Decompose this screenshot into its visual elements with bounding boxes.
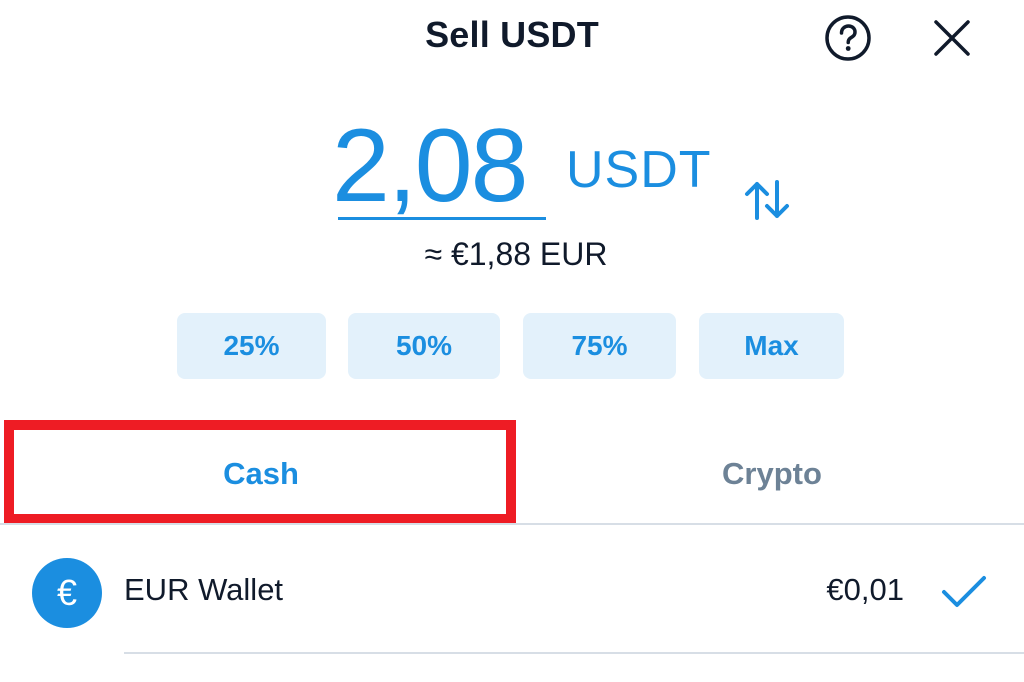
euro-icon: € bbox=[32, 558, 102, 628]
quick-amount-25-button[interactable]: 25% bbox=[177, 313, 326, 379]
checkmark-icon bbox=[942, 576, 986, 607]
sell-usdt-screen: Sell USDT 2,08 USDT ≈ €1,88 EUR 25% 50% … bbox=[0, 0, 1024, 682]
tab-crypto[interactable]: Crypto bbox=[520, 426, 1024, 522]
amount-currency: USDT bbox=[566, 141, 712, 199]
swap-arrows-icon bbox=[745, 180, 789, 220]
close-icon bbox=[934, 20, 970, 56]
tabs-divider bbox=[0, 523, 1024, 525]
question-circle-icon bbox=[825, 15, 871, 61]
wallet-balance: €0,01 bbox=[826, 572, 904, 607]
quick-amount-50-button[interactable]: 50% bbox=[348, 313, 500, 379]
converted-amount: ≈ €1,88 EUR bbox=[424, 236, 608, 272]
amount-underline bbox=[338, 217, 546, 220]
swap-currency-button[interactable] bbox=[740, 176, 794, 224]
amount-input[interactable]: 2,08 bbox=[332, 106, 528, 226]
wallet-name: EUR Wallet bbox=[124, 572, 284, 607]
tab-cash[interactable]: Cash bbox=[10, 426, 512, 522]
row-divider bbox=[124, 652, 1024, 654]
wallet-option-eur[interactable]: € EUR Wallet €0,01 bbox=[0, 528, 1024, 652]
close-button[interactable] bbox=[928, 14, 976, 62]
help-button[interactable] bbox=[824, 14, 872, 62]
quick-amount-75-button[interactable]: 75% bbox=[523, 313, 676, 379]
quick-amount-max-button[interactable]: Max bbox=[699, 313, 844, 379]
